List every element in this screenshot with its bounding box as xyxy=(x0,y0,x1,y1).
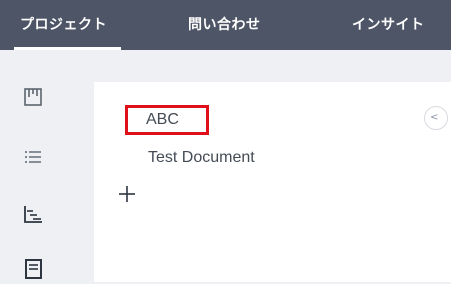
list-icon[interactable] xyxy=(22,146,44,168)
sidebar xyxy=(0,50,66,279)
timeline-icon[interactable] xyxy=(22,203,44,225)
add-document-button[interactable] xyxy=(116,183,138,205)
plus-icon xyxy=(119,186,135,202)
document-icon[interactable] xyxy=(22,258,44,280)
document-item-test-document[interactable]: Test Document xyxy=(148,147,255,169)
tab-projects[interactable]: プロジェクト xyxy=(14,0,121,50)
tab-inquiries[interactable]: 問い合わせ xyxy=(188,0,261,50)
main-content: ABC Test Document xyxy=(66,50,451,282)
kanban-board-icon[interactable] xyxy=(22,86,44,108)
top-navigation-bar: プロジェクト 問い合わせ インサイト xyxy=(0,0,451,50)
tab-insights[interactable]: インサイト xyxy=(352,0,425,50)
chevron-left-icon: < xyxy=(430,112,439,123)
collapse-panel-button[interactable]: < xyxy=(424,106,448,130)
document-list-panel: ABC Test Document xyxy=(94,82,451,282)
document-item-abc[interactable]: ABC xyxy=(125,105,209,135)
